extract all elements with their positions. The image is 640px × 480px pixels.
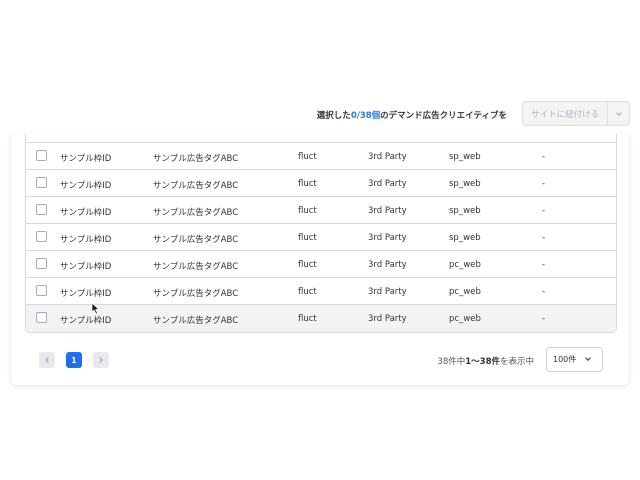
- table-row[interactable]: サンプル枠ID サンプル広告タグABC fluct 3rd Party pc_w…: [26, 305, 616, 332]
- ad-tag-cell: サンプル広告タグABC: [153, 208, 239, 218]
- table-row[interactable]: サンプル枠ID サンプル広告タグABC fluct 3rd Party sp_w…: [26, 197, 616, 224]
- creative-table: サンプル枠ID サンプル広告タグABC fluct 3rd Party sp_w…: [25, 134, 617, 333]
- result-prefix: 38件中: [437, 357, 466, 367]
- extra-cell: -: [542, 260, 546, 270]
- table-row[interactable]: サンプル枠ID サンプル広告タグABC fluct 3rd Party sp_w…: [26, 143, 616, 170]
- demand-cell: fluct: [298, 152, 317, 162]
- party-cell: 3rd Party: [368, 260, 407, 270]
- creative-list-panel: サンプル枠ID サンプル広告タグABC fluct 3rd Party sp_w…: [10, 134, 630, 386]
- chevron-down-icon: [585, 355, 591, 361]
- table-row[interactable]: サンプル枠ID サンプル広告タグABC fluct 3rd Party sp_w…: [26, 170, 616, 197]
- chevron-right-icon: [97, 357, 103, 363]
- party-cell: 3rd Party: [368, 287, 407, 297]
- prev-page-button[interactable]: [39, 352, 55, 368]
- frame-id-cell: サンプル枠ID: [60, 316, 112, 326]
- platform-cell: sp_web: [449, 233, 481, 243]
- frame-id-cell: サンプル枠ID: [60, 262, 112, 272]
- party-cell: 3rd Party: [368, 179, 407, 189]
- table-row[interactable]: サンプル枠ID サンプル広告タグABC fluct 3rd Party sp_w…: [26, 224, 616, 251]
- row-checkbox[interactable]: [36, 231, 47, 242]
- platform-cell: pc_web: [449, 287, 481, 297]
- party-cell: 3rd Party: [368, 233, 407, 243]
- platform-cell: sp_web: [449, 152, 481, 162]
- extra-cell: -: [542, 287, 546, 297]
- selection-count: 0/38個: [350, 111, 381, 121]
- assign-to-site-button[interactable]: サイトに紐付ける: [523, 102, 607, 125]
- demand-cell: fluct: [298, 179, 317, 189]
- selection-summary: 選択した0/38個のデマンド広告クリエイティブを: [317, 109, 507, 121]
- party-cell: 3rd Party: [368, 314, 407, 324]
- page-1-button[interactable]: 1: [66, 352, 82, 368]
- platform-cell: sp_web: [449, 206, 481, 216]
- selection-prefix: 選択した: [316, 111, 351, 121]
- result-suffix: を表示中: [499, 357, 534, 367]
- next-page-button[interactable]: [93, 352, 109, 368]
- extra-cell: -: [542, 179, 546, 189]
- assign-dropdown-toggle[interactable]: [608, 102, 629, 125]
- row-checkbox[interactable]: [36, 312, 47, 323]
- row-checkbox[interactable]: [36, 177, 47, 188]
- row-checkbox[interactable]: [36, 150, 47, 161]
- row-checkbox[interactable]: [36, 258, 47, 269]
- per-page-select[interactable]: 100件: [546, 347, 603, 372]
- frame-id-cell: サンプル枠ID: [60, 208, 112, 218]
- platform-cell: pc_web: [449, 260, 481, 270]
- assign-to-site-split-button: サイトに紐付ける: [522, 101, 630, 126]
- frame-id-cell: サンプル枠ID: [60, 235, 112, 245]
- demand-cell: fluct: [298, 314, 317, 324]
- party-cell: 3rd Party: [368, 206, 407, 216]
- result-count-text: 38件中1〜38件を表示中: [437, 355, 534, 367]
- ad-tag-cell: サンプル広告タグABC: [153, 289, 239, 299]
- extra-cell: -: [542, 206, 546, 216]
- frame-id-cell: サンプル枠ID: [60, 154, 112, 164]
- demand-cell: fluct: [298, 260, 317, 270]
- ad-tag-cell: サンプル広告タグABC: [153, 262, 239, 272]
- ad-tag-cell: サンプル広告タグABC: [153, 181, 239, 191]
- frame-id-cell: サンプル枠ID: [60, 181, 112, 191]
- demand-cell: fluct: [298, 287, 317, 297]
- mouse-cursor-icon: [91, 302, 100, 315]
- per-page-value: 100件: [553, 355, 577, 364]
- frame-id-cell: サンプル枠ID: [60, 289, 112, 299]
- platform-cell: sp_web: [449, 179, 481, 189]
- extra-cell: -: [542, 314, 546, 324]
- ad-tag-cell: サンプル広告タグABC: [153, 316, 239, 326]
- table-row[interactable]: サンプル枠ID サンプル広告タグABC fluct 3rd Party pc_w…: [26, 278, 616, 305]
- ad-tag-cell: サンプル広告タグABC: [153, 154, 239, 164]
- row-checkbox[interactable]: [36, 204, 47, 215]
- selection-suffix: のデマンド広告クリエイティブを: [380, 111, 507, 121]
- party-cell: 3rd Party: [368, 152, 407, 162]
- demand-cell: fluct: [298, 233, 317, 243]
- extra-cell: -: [542, 233, 546, 243]
- result-range: 1〜38件: [465, 357, 500, 367]
- extra-cell: -: [542, 152, 546, 162]
- chevron-left-icon: [45, 357, 51, 363]
- demand-cell: fluct: [298, 206, 317, 216]
- platform-cell: pc_web: [449, 314, 481, 324]
- table-row[interactable]: サンプル枠ID サンプル広告タグABC fluct 3rd Party pc_w…: [26, 251, 616, 278]
- chevron-down-icon: [615, 109, 622, 116]
- ad-tag-cell: サンプル広告タグABC: [153, 235, 239, 245]
- row-checkbox[interactable]: [36, 285, 47, 296]
